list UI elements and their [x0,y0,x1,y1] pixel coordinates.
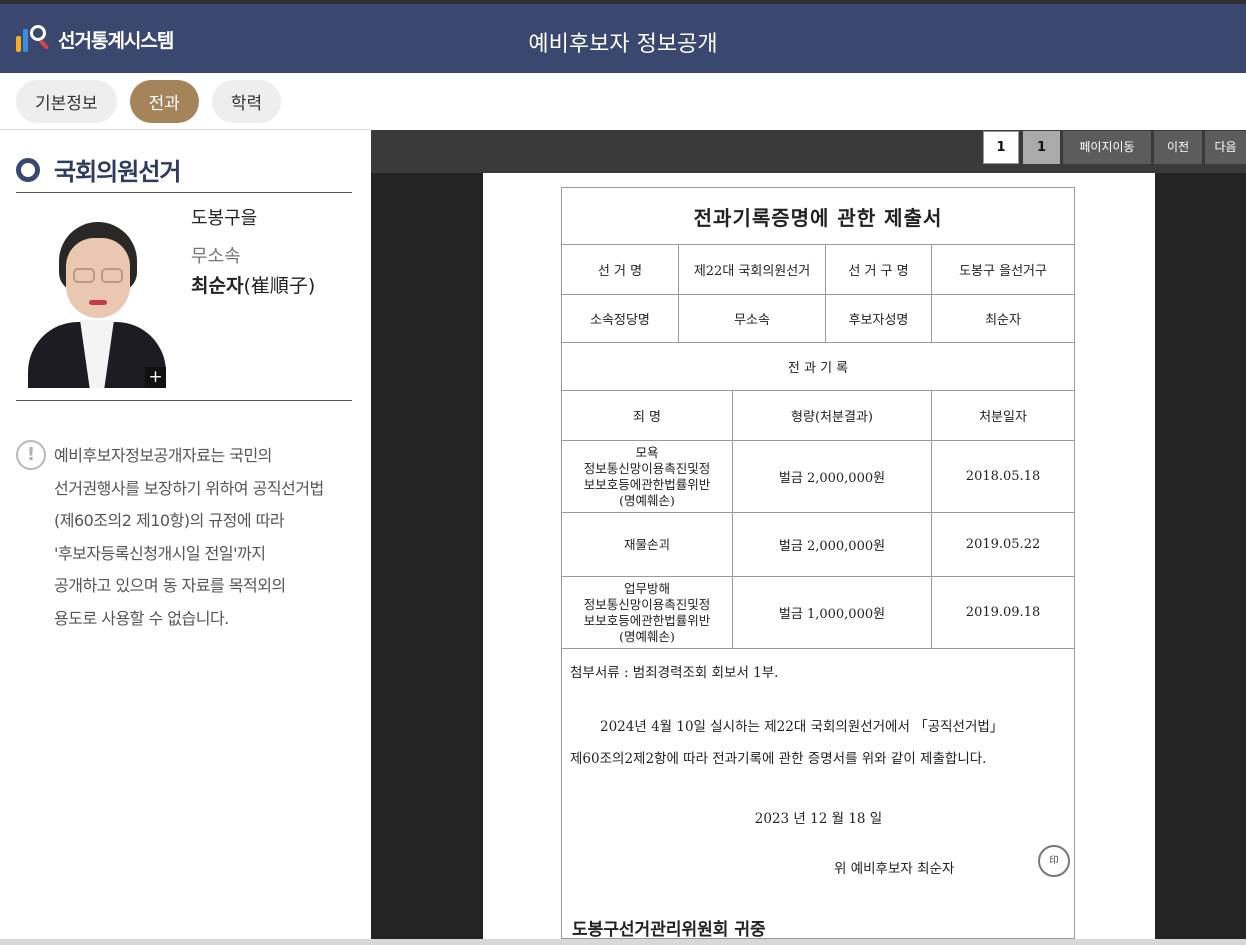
exclamation-icon: ! [16,440,46,470]
candidate-sidebar: 국회의원선거 + 도봉구을 무소속 최순자(崔順子) ! 예비후보자정보공개자료… [0,130,371,939]
tab-criminal-record[interactable]: 전과 [129,80,199,123]
app-header: 선거통계시스템 예비후보자 정보공개 [0,4,1246,73]
window-bottom-border [0,939,1246,945]
disposition-date: 2019.09.18 [930,576,1076,649]
document-title: 전과기록증명에 관한 제출서 [560,187,1076,245]
district-value: 도봉구 을선거구 [930,244,1076,295]
zoom-plus-icon[interactable]: + [145,367,166,388]
viewer-toolbar: 1 1 페이지이동 이전 다음 [371,130,1246,173]
crime-name: 업무방해 정보통신망이용촉진및정 보보호등에관한법률위반 (명예훼손) [561,576,733,649]
addressee: 도봉구선거관리위원회 귀중 [572,920,766,939]
col-crime-header: 죄 명 [561,390,733,441]
candidate-name-hangul: 최순자 [191,275,244,297]
table-row: 업무방해 정보통신망이용촉진및정 보보호등에관한법률위반 (명예훼손) 벌금 1… [561,576,1076,649]
candidate-district: 도봉구을 [191,208,258,229]
table-row: 재물손괴 벌금 2,000,000원 2019.05.22 [561,512,1076,577]
penalty: 벌금 1,000,000원 [732,576,932,649]
statement-line: 2024년 4월 10일 실시하는 제22대 국회의원선거에서 「공직선거법」 [600,719,1004,735]
signature-line: 위 예비후보자 최순자 [834,861,955,877]
election-type: 국회의원선거 [54,158,181,186]
party-label: 소속정당명 [561,294,679,343]
circle-bullet-icon [16,157,40,182]
candidate-party: 무소속 [191,246,241,267]
candidate-photo[interactable]: + [28,206,166,388]
page-title: 예비후보자 정보공개 [528,32,718,57]
notice-line: 선거권행사를 보장하기 위하여 공직선거법 [54,478,324,498]
candidate-name: 최순자(崔順子) [191,271,315,298]
crime-name: 재물손괴 [561,512,733,577]
submission-date: 2023 년 12 월 18 일 [754,811,883,827]
disposition-date: 2018.05.18 [930,440,1076,513]
col-date-header: 처분일자 [930,390,1076,441]
election-name-label: 선 거 명 [561,244,679,295]
page-number-input[interactable]: 1 [983,131,1019,164]
penalty: 벌금 2,000,000원 [732,440,932,513]
notice-line: '후보자등록신청개시일 전일'까지 [54,543,266,563]
disclosure-notice: 예비후보자정보공개자료는 국민의 선거권행사를 보장하기 위하여 공직선거법 (… [54,440,364,635]
tab-education[interactable]: 학력 [211,80,282,123]
document-viewer: 1 1 페이지이동 이전 다음 전과기록증명에 관한 제출서 선 거 명 제22… [371,130,1246,939]
tab-basic-info[interactable]: 기본정보 [16,80,117,123]
tab-bar: 기본정보 전과 학력 [16,80,282,123]
criminal-record-form: 전과기록증명에 관한 제출서 선 거 명 제22대 국회의원선거 선 거 구 명… [560,187,1076,939]
disposition-date: 2019.05.22 [930,512,1076,577]
notice-line: 예비후보자정보공개자료는 국민의 [54,446,272,465]
record-header: 전 과 기 록 [560,342,1076,391]
attachment-note: 첨부서류 : 범죄경력조회 회보서 1부. [570,665,779,681]
election-name-value: 제22대 국회의원선거 [678,244,826,295]
divider [16,192,352,193]
goto-page-button[interactable]: 페이지이동 [1063,131,1151,164]
notice-line: 용도로 사용할 수 없습니다. [54,608,229,628]
candidate-label: 후보자성명 [825,294,932,343]
page-total: 1 [1023,131,1060,164]
statement-line: 제60조의2제2항에 따라 전과기록에 관한 증명서를 위와 같이 제출합니다. [570,751,987,767]
submission-statement: 첨부서류 : 범죄경력조회 회보서 1부. 2024년 4월 10일 실시하는 … [560,648,1076,939]
candidate-name-hanja: (崔順子) [243,275,316,297]
notice-line: (제60조의2 제10항)의 규정에 따라 [54,511,285,530]
prev-page-button[interactable]: 이전 [1154,131,1202,164]
table-row: 모욕 정보통신망이용촉진및정 보보호등에관한법률위반 (명예훼손) 벌금 2,0… [561,440,1076,513]
crime-name: 모욕 정보통신망이용촉진및정 보보호등에관한법률위반 (명예훼손) [561,440,733,513]
notice-line: 공개하고 있으며 동 자료를 목적외의 [54,576,286,595]
penalty: 벌금 2,000,000원 [732,512,932,577]
divider [16,400,352,401]
candidate-value: 최순자 [930,294,1076,343]
seal-stamp-icon: 印 [1038,845,1070,877]
document-page: 전과기록증명에 관한 제출서 선 거 명 제22대 국회의원선거 선 거 구 명… [483,173,1155,939]
col-penalty-header: 형량(처분결과) [732,390,932,441]
next-page-button[interactable]: 다음 [1205,131,1246,164]
district-label: 선 거 구 명 [825,244,932,295]
party-value: 무소속 [678,294,826,343]
section-heading: 국회의원선거 [16,152,181,187]
